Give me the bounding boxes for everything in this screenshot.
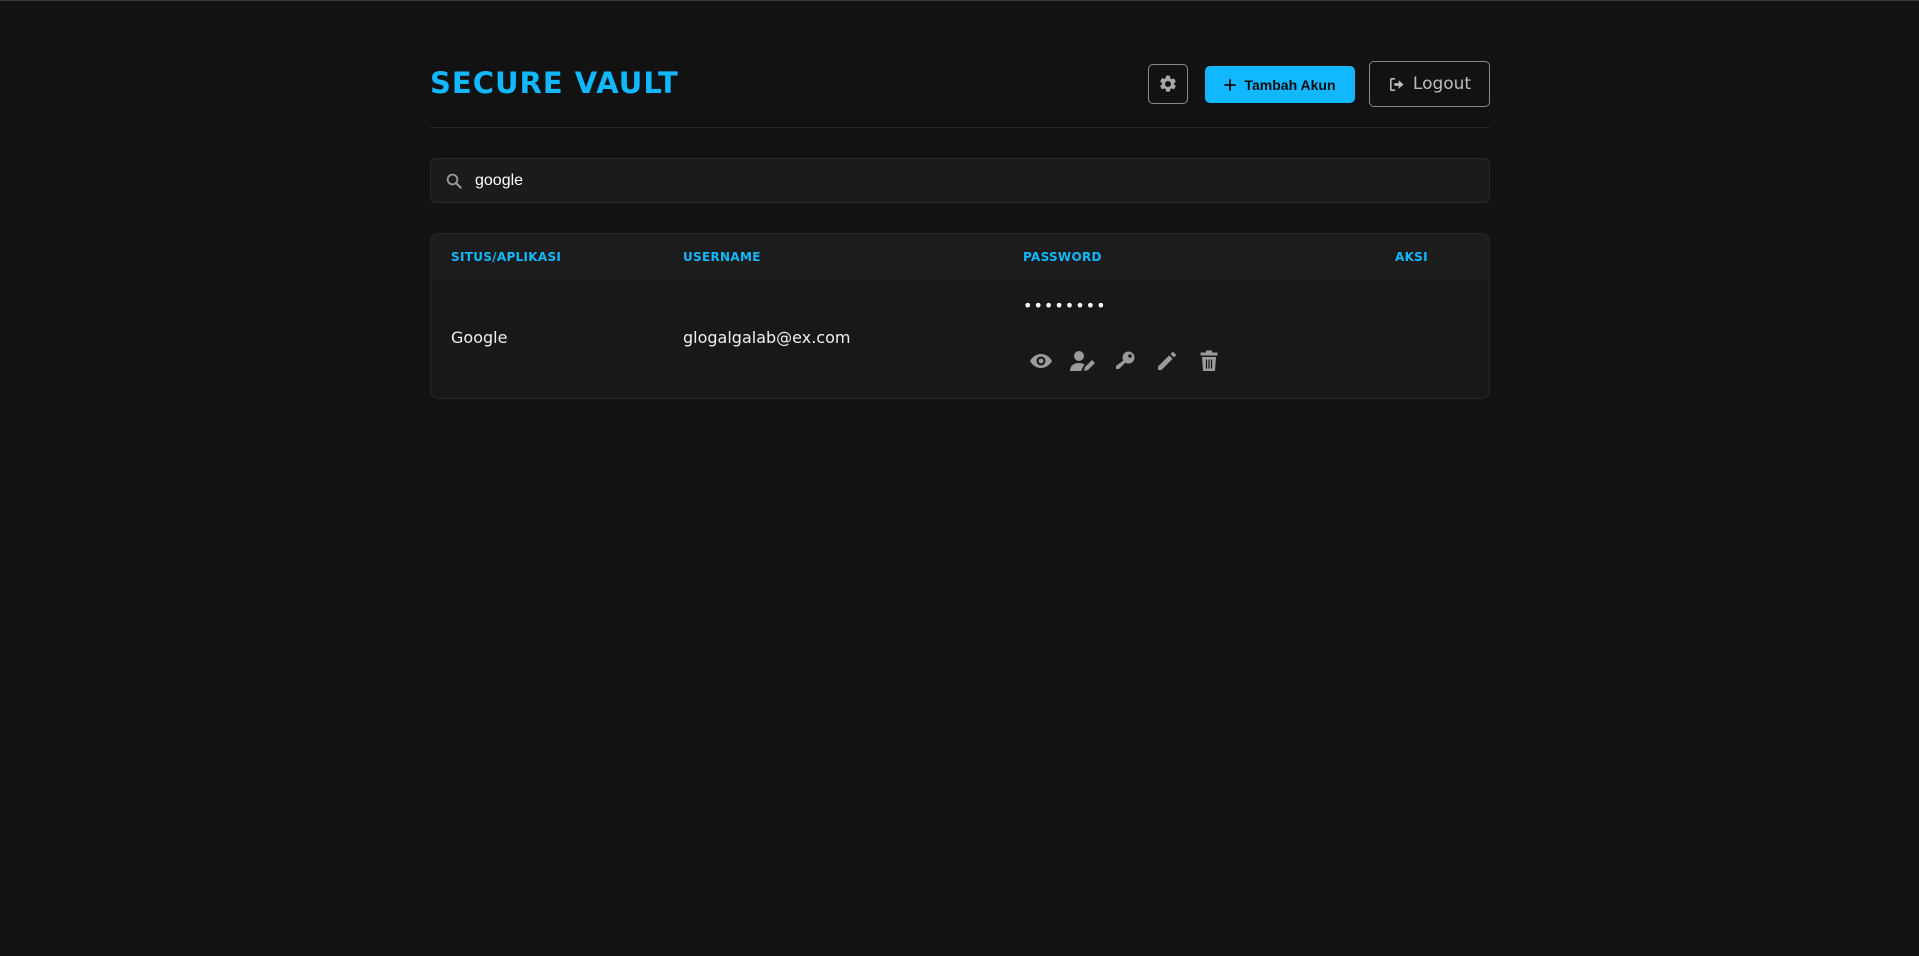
accounts-table: SITUS/APLIKASI USERNAME PASSWORD AKSI Go…	[430, 233, 1490, 399]
show-password-button[interactable]	[1027, 348, 1055, 374]
copy-password-button[interactable]	[1111, 348, 1139, 374]
column-header-site: SITUS/APLIKASI	[451, 250, 562, 264]
logout-button[interactable]: Logout	[1369, 61, 1490, 107]
site-cell: Google	[451, 328, 508, 347]
copy-username-button[interactable]	[1069, 348, 1097, 374]
table-header: SITUS/APLIKASI USERNAME PASSWORD AKSI	[431, 234, 1489, 280]
column-header-actions: AKSI	[1395, 250, 1428, 264]
column-header-password: PASSWORD	[1023, 250, 1102, 264]
page-header: SECURE VAULT Tambah Akun Logout	[430, 60, 1490, 128]
add-account-button[interactable]: Tambah Akun	[1205, 66, 1355, 103]
plus-icon	[1224, 78, 1237, 91]
edit-button[interactable]	[1153, 348, 1181, 374]
user-edit-icon	[1070, 350, 1096, 372]
gear-icon	[1158, 74, 1178, 94]
eye-icon	[1029, 351, 1053, 371]
app-brand: SECURE VAULT	[430, 66, 679, 100]
logout-label: Logout	[1412, 74, 1472, 94]
username-cell: glogalgalab@ex.com	[683, 328, 851, 347]
delete-button[interactable]	[1195, 348, 1223, 374]
search-box	[430, 158, 1490, 203]
table-row: Google glogalgalab@ex.com ••••••••	[431, 280, 1489, 398]
key-icon	[1114, 350, 1136, 372]
add-account-label: Tambah Akun	[1244, 76, 1336, 93]
pencil-icon	[1156, 350, 1178, 372]
password-cell: ••••••••	[1023, 296, 1107, 315]
row-actions	[1027, 348, 1223, 374]
settings-button[interactable]	[1148, 64, 1188, 104]
sign-out-icon	[1388, 76, 1405, 93]
search-icon	[445, 172, 463, 190]
search-input[interactable]	[475, 159, 1475, 202]
column-header-username: USERNAME	[683, 250, 761, 264]
trash-icon	[1199, 350, 1219, 372]
header-divider	[430, 127, 1490, 128]
window-top-border	[0, 0, 1919, 1]
